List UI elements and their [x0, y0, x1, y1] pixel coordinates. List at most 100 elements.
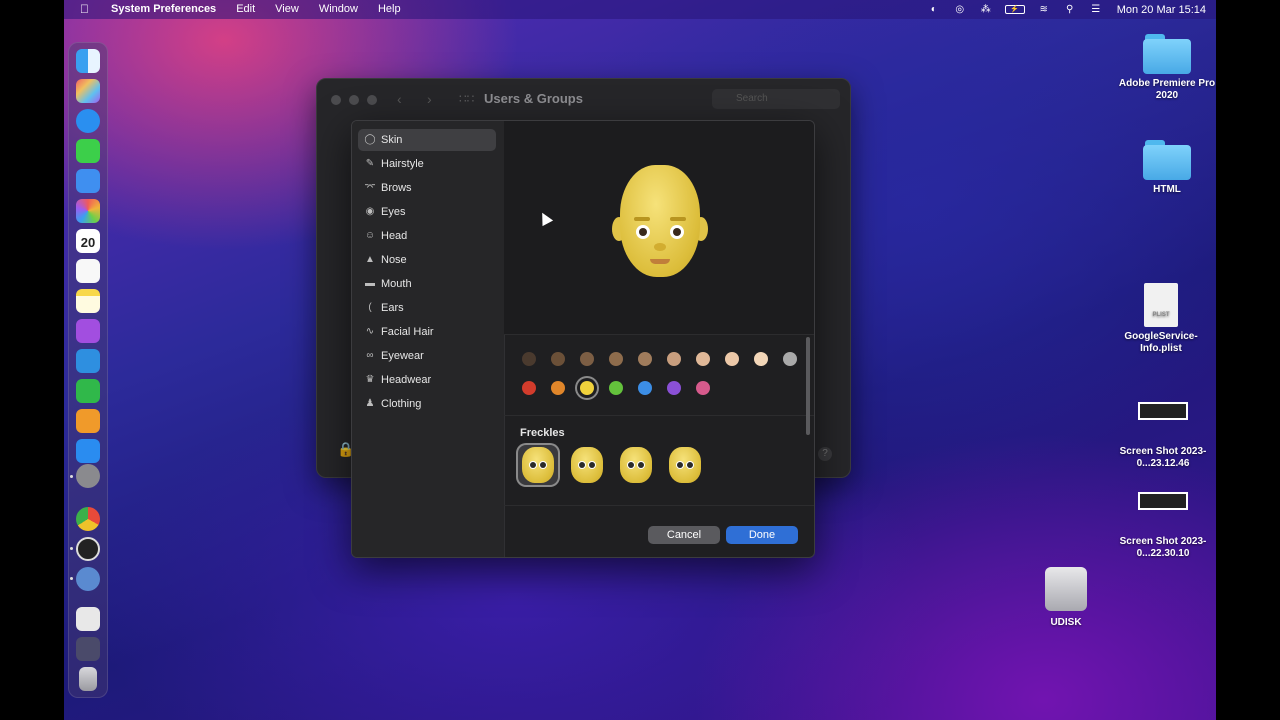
- window-title: Users & Groups: [484, 91, 583, 106]
- freckle-option[interactable]: [665, 445, 705, 485]
- wifi-icon[interactable]: ≋: [1037, 4, 1051, 15]
- skin-color-swatch[interactable]: [609, 352, 623, 366]
- desktop-item-screenshot-1[interactable]: Screen Shot 2023-0...23.12.46: [1108, 402, 1216, 470]
- skin-color-swatch[interactable]: [522, 352, 536, 366]
- cloud-sync-icon[interactable]: ◎: [953, 4, 967, 15]
- finder-icon[interactable]: [76, 49, 100, 73]
- clock-app-icon[interactable]: [76, 537, 100, 561]
- battery-icon[interactable]: ⚡: [1004, 5, 1025, 14]
- app-store-icon[interactable]: [76, 439, 100, 463]
- menu-clock[interactable]: Mon 20 Mar 15:14: [1117, 4, 1206, 16]
- skin-color-swatch[interactable]: [725, 352, 739, 366]
- skin-color-swatch[interactable]: [638, 352, 652, 366]
- status-area: ◐ ◎ ⁂ ⚡ ≋ ⚲ ☰ Mon 20 Mar 15:14: [921, 0, 1206, 19]
- category-clothing[interactable]: ♟ Clothing: [358, 393, 496, 415]
- color-swatch[interactable]: [696, 381, 710, 395]
- screenshot-icon[interactable]: [76, 637, 100, 661]
- launchpad-icon[interactable]: [76, 79, 100, 103]
- freckles-label: Freckles: [520, 427, 565, 439]
- bluetooth-icon[interactable]: ⁂: [979, 4, 993, 15]
- dock: 20: [68, 42, 108, 698]
- desktop-item-udisk[interactable]: UDISK: [1011, 567, 1121, 629]
- color-swatch[interactable]: [522, 381, 536, 395]
- freckle-option[interactable]: [567, 445, 607, 485]
- search-field[interactable]: Search: [712, 89, 840, 109]
- category-ears[interactable]: ⁦(Ears: [358, 297, 496, 319]
- category-mouth[interactable]: ▬ Mouth: [358, 273, 496, 295]
- menu-window[interactable]: Window: [309, 0, 368, 19]
- freckle-option[interactable]: [616, 445, 656, 485]
- menu-edit[interactable]: Edit: [226, 0, 265, 19]
- skin-color-swatch[interactable]: [696, 352, 710, 366]
- trash-icon[interactable]: [79, 667, 97, 691]
- minimize-button[interactable]: [349, 95, 359, 105]
- podcasts-icon[interactable]: [76, 319, 100, 343]
- help-button[interactable]: ?: [818, 447, 832, 461]
- category-brows[interactable]: ⌤ Brows: [358, 177, 496, 199]
- category-eyes[interactable]: ◉ Eyes: [358, 201, 496, 223]
- person-icon: ♟: [365, 398, 375, 409]
- color-swatch[interactable]: [580, 381, 594, 395]
- skin-color-swatch[interactable]: [551, 352, 565, 366]
- chrome-icon[interactable]: [76, 507, 100, 531]
- menu-help[interactable]: Help: [368, 0, 411, 19]
- desktop-item-html-folder[interactable]: HTML: [1112, 140, 1216, 196]
- close-button[interactable]: [331, 95, 341, 105]
- category-hairstyle[interactable]: ✎ Hairstyle: [358, 153, 496, 175]
- done-button[interactable]: Done: [726, 526, 798, 544]
- category-headwear[interactable]: ♛ Headwear: [358, 369, 496, 391]
- color-swatch[interactable]: [609, 381, 623, 395]
- desktop-item-premiere-folder[interactable]: Adobe Premiere Pro 2020: [1112, 34, 1216, 102]
- skin-color-palette: [504, 334, 814, 416]
- mail-icon[interactable]: [76, 169, 100, 193]
- cancel-button[interactable]: Cancel: [648, 526, 720, 544]
- skin-color-swatch[interactable]: [667, 352, 681, 366]
- keynote-icon[interactable]: [76, 349, 100, 373]
- eyes-icon: ◉: [365, 206, 375, 217]
- color-swatch[interactable]: [638, 381, 652, 395]
- menu-view[interactable]: View: [265, 0, 309, 19]
- category-eyewear[interactable]: ∞ Eyewear: [358, 345, 496, 367]
- back-arrow-icon[interactable]: ‹: [397, 91, 402, 107]
- desktop-item-label: Screen Shot 2023-0...23.12.46: [1119, 446, 1207, 469]
- glasses-icon: ∞: [366, 350, 374, 361]
- creative-cloud-icon[interactable]: ◐: [927, 4, 941, 15]
- reminders-icon[interactable]: [76, 259, 100, 283]
- color-swatch[interactable]: [667, 381, 681, 395]
- desktop-item-label: UDISK: [1050, 617, 1082, 628]
- safari-icon[interactable]: [76, 109, 100, 133]
- category-skin[interactable]: ◯ Skin: [358, 129, 496, 151]
- screenshot-file-icon: [1138, 492, 1188, 510]
- skin-color-swatch[interactable]: [580, 352, 594, 366]
- freckle-option[interactable]: [518, 445, 558, 485]
- control-center-icon[interactable]: ☰: [1089, 4, 1103, 15]
- messages-icon[interactable]: [76, 139, 100, 163]
- system-preferences-icon[interactable]: [76, 464, 100, 488]
- numbers-icon[interactable]: [76, 379, 100, 403]
- category-facial-hair[interactable]: ∿ Facial Hair: [358, 321, 496, 343]
- desktop-item-screenshot-2[interactable]: Screen Shot 2023-0...22.30.10: [1108, 492, 1216, 560]
- skin-icon: ◯: [364, 134, 376, 145]
- lock-icon[interactable]: 🔒: [337, 441, 354, 457]
- calendar-icon[interactable]: 20: [76, 229, 100, 253]
- show-all-grid-icon[interactable]: ∷∷: [459, 92, 474, 106]
- color-swatch[interactable]: [551, 381, 565, 395]
- skin-color-swatch[interactable]: [783, 352, 797, 366]
- category-head[interactable]: ☺ Head: [358, 225, 496, 247]
- photos-icon[interactable]: [76, 199, 100, 223]
- desktop-item-plist[interactable]: PLIST GoogleService-Info.plist: [1106, 283, 1216, 355]
- archive-icon[interactable]: [76, 607, 100, 631]
- forward-arrow-icon[interactable]: ›: [427, 91, 432, 107]
- notes-icon[interactable]: [76, 289, 100, 313]
- menu-app-name[interactable]: System Preferences: [101, 0, 226, 19]
- category-nose[interactable]: ▲ Nose: [358, 249, 496, 271]
- spotlight-icon[interactable]: ⚲: [1063, 4, 1077, 15]
- preview-icon[interactable]: [76, 567, 100, 591]
- pages-icon[interactable]: [76, 409, 100, 433]
- running-indicator: [70, 577, 73, 580]
- apple-menu-icon[interactable]: : [64, 0, 101, 19]
- menu-bar:  System Preferences Edit View Window He…: [64, 0, 1216, 19]
- skin-color-swatch[interactable]: [754, 352, 768, 366]
- memoji-thumbnail: [669, 447, 701, 483]
- zoom-button[interactable]: [367, 95, 377, 105]
